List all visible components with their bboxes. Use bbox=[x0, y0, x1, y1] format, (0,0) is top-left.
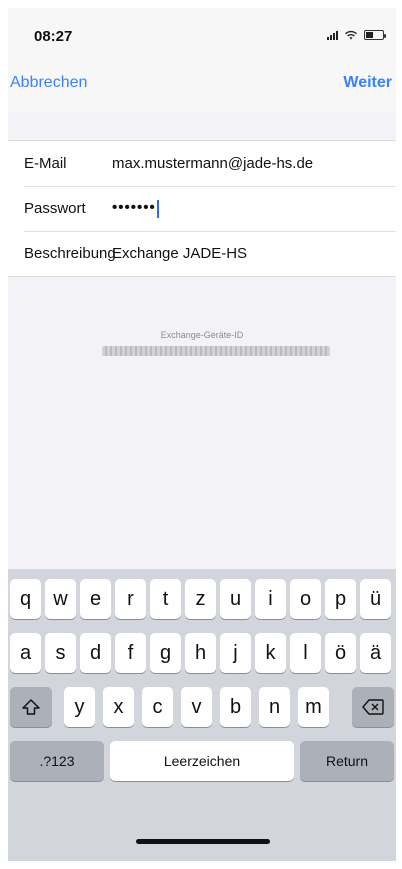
cancel-button[interactable]: Abbrechen bbox=[10, 74, 87, 92]
key-h[interactable]: h bbox=[185, 633, 216, 673]
key-l[interactable]: l bbox=[290, 633, 321, 673]
top-bar: 08:27 Abbrechen Weiter bbox=[8, 8, 396, 112]
space-key[interactable]: Leerzeichen bbox=[110, 741, 294, 781]
home-indicator bbox=[136, 839, 270, 844]
key-a[interactable]: a bbox=[10, 633, 41, 673]
password-field[interactable]: ••••••• bbox=[112, 199, 159, 218]
key-w[interactable]: w bbox=[45, 579, 76, 619]
shift-key[interactable] bbox=[10, 687, 52, 727]
account-form: E-Mail max.mustermann@jade-hs.de Passwor… bbox=[8, 140, 396, 277]
key-t[interactable]: t bbox=[150, 579, 181, 619]
password-value: ••••••• bbox=[112, 199, 156, 217]
key-ö[interactable]: ö bbox=[325, 633, 356, 673]
shift-icon bbox=[22, 699, 40, 715]
key-ä[interactable]: ä bbox=[360, 633, 391, 673]
cellular-signal-icon bbox=[327, 30, 338, 40]
status-icons bbox=[327, 30, 386, 40]
key-f[interactable]: f bbox=[115, 633, 146, 673]
numbers-key[interactable]: .?123 bbox=[10, 741, 104, 781]
return-key[interactable]: Return bbox=[300, 741, 394, 781]
key-o[interactable]: o bbox=[290, 579, 321, 619]
key-ü[interactable]: ü bbox=[360, 579, 391, 619]
key-j[interactable]: j bbox=[220, 633, 251, 673]
key-n[interactable]: n bbox=[259, 687, 290, 727]
key-p[interactable]: p bbox=[325, 579, 356, 619]
key-x[interactable]: x bbox=[103, 687, 134, 727]
key-c[interactable]: c bbox=[142, 687, 173, 727]
key-i[interactable]: i bbox=[255, 579, 286, 619]
key-d[interactable]: d bbox=[80, 633, 111, 673]
backspace-icon bbox=[362, 699, 384, 715]
key-z[interactable]: z bbox=[185, 579, 216, 619]
device-id-redacted bbox=[102, 346, 330, 356]
description-label: Beschreibung bbox=[24, 245, 116, 262]
key-u[interactable]: u bbox=[220, 579, 251, 619]
battery-icon bbox=[364, 30, 386, 40]
key-y[interactable]: y bbox=[64, 687, 95, 727]
key-b[interactable]: b bbox=[220, 687, 251, 727]
backspace-key[interactable] bbox=[352, 687, 394, 727]
device-id-label: Exchange-Geräte-ID bbox=[160, 330, 244, 340]
key-s[interactable]: s bbox=[45, 633, 76, 673]
keyboard: qwertzuiopü asdfghjklöä yxcvbnm .?123 Le… bbox=[8, 569, 396, 861]
description-field[interactable]: Exchange JADE-HS bbox=[112, 245, 247, 262]
next-button[interactable]: Weiter bbox=[343, 74, 392, 92]
key-v[interactable]: v bbox=[181, 687, 212, 727]
key-k[interactable]: k bbox=[255, 633, 286, 673]
email-label: E-Mail bbox=[24, 155, 67, 172]
phone-screen: 08:27 Abbrechen Weiter E-Mail max.muster… bbox=[8, 8, 396, 861]
email-row[interactable]: E-Mail max.mustermann@jade-hs.de bbox=[8, 141, 396, 186]
text-cursor bbox=[156, 199, 159, 218]
key-r[interactable]: r bbox=[115, 579, 146, 619]
password-row[interactable]: Passwort ••••••• bbox=[8, 186, 396, 231]
key-q[interactable]: q bbox=[10, 579, 41, 619]
status-time: 08:27 bbox=[34, 28, 73, 45]
key-g[interactable]: g bbox=[150, 633, 181, 673]
description-row[interactable]: Beschreibung Exchange JADE-HS bbox=[8, 231, 396, 276]
email-field[interactable]: max.mustermann@jade-hs.de bbox=[112, 155, 313, 172]
key-e[interactable]: e bbox=[80, 579, 111, 619]
wifi-icon bbox=[345, 30, 357, 40]
key-m[interactable]: m bbox=[298, 687, 329, 727]
password-label: Passwort bbox=[24, 200, 86, 217]
